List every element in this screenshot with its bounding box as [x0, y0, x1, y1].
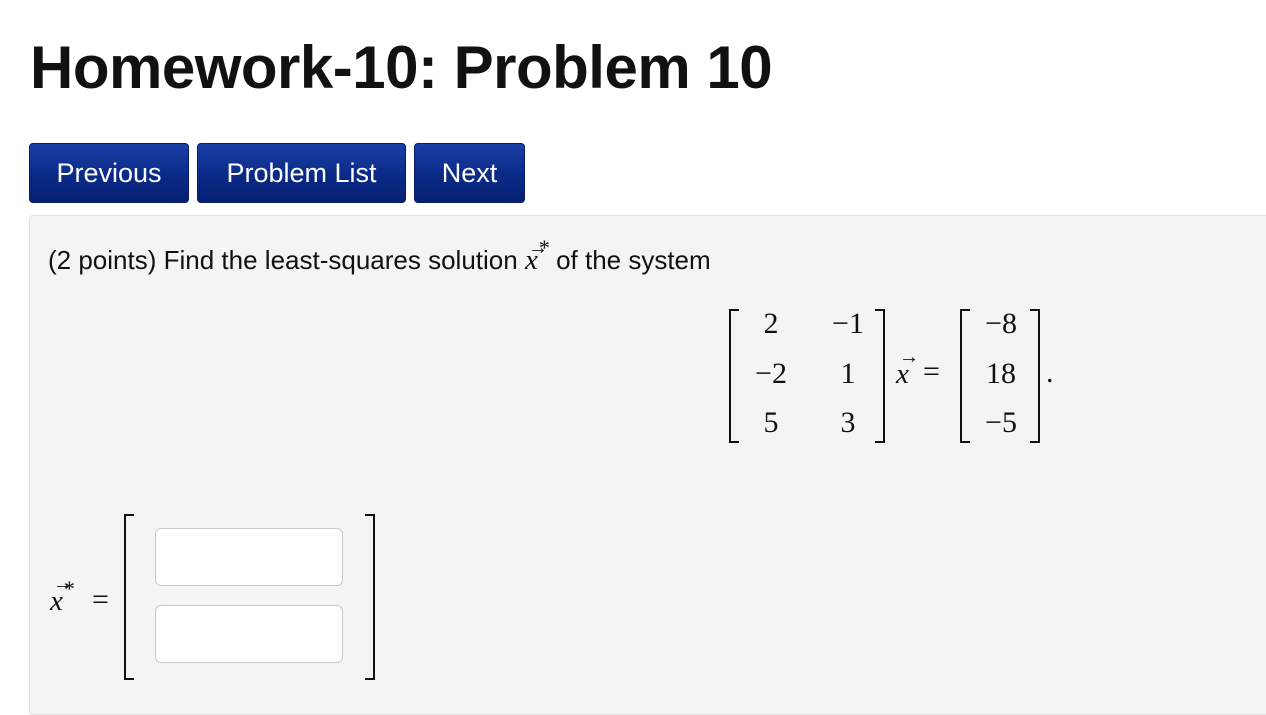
answer-input-2[interactable] — [155, 605, 343, 663]
rhs-cell: −8 — [985, 307, 1017, 340]
next-button[interactable]: Next — [414, 143, 525, 203]
previous-button[interactable]: Previous — [29, 143, 189, 203]
matrix-cell: −1 — [832, 307, 864, 340]
matrix-cell: −2 — [755, 357, 787, 390]
matrix-cell: 5 — [763, 406, 779, 439]
rhs-right-bracket — [1030, 309, 1040, 443]
matrix-cell: 1 — [840, 357, 856, 390]
answer-equals-sign: = — [92, 583, 109, 616]
rhs-cell: −5 — [985, 406, 1017, 439]
vector-arrow-icon: → — [899, 346, 919, 368]
answer-right-bracket — [365, 514, 375, 680]
matrix-left-bracket — [729, 309, 739, 443]
page-title: Homework-10: Problem 10 — [30, 34, 773, 101]
problem-statement: (2 points) Find the least-squares soluti… — [48, 235, 711, 282]
rhs-left-bracket — [960, 309, 970, 443]
problem-list-button[interactable]: Problem List — [197, 143, 406, 203]
answer-input-1[interactable] — [155, 528, 343, 586]
matrix-cell: 3 — [840, 406, 856, 439]
equals-sign: = — [923, 355, 940, 388]
vector-x: → x — [896, 346, 919, 390]
answer-vector-x-star: → x* — [50, 573, 75, 617]
period: . — [1046, 356, 1054, 389]
rhs-cell: 18 — [986, 357, 1016, 390]
problem-text-after: of the system — [556, 245, 711, 275]
problem-navigation: Previous Problem List Next — [29, 143, 525, 203]
problem-text-before: Find the least-squares solution — [163, 245, 518, 275]
vector-x-star: → x* — [525, 235, 550, 282]
answer-left-bracket — [124, 514, 134, 680]
matrix-cell: 2 — [763, 307, 779, 340]
points-label: (2 points) — [48, 245, 157, 275]
